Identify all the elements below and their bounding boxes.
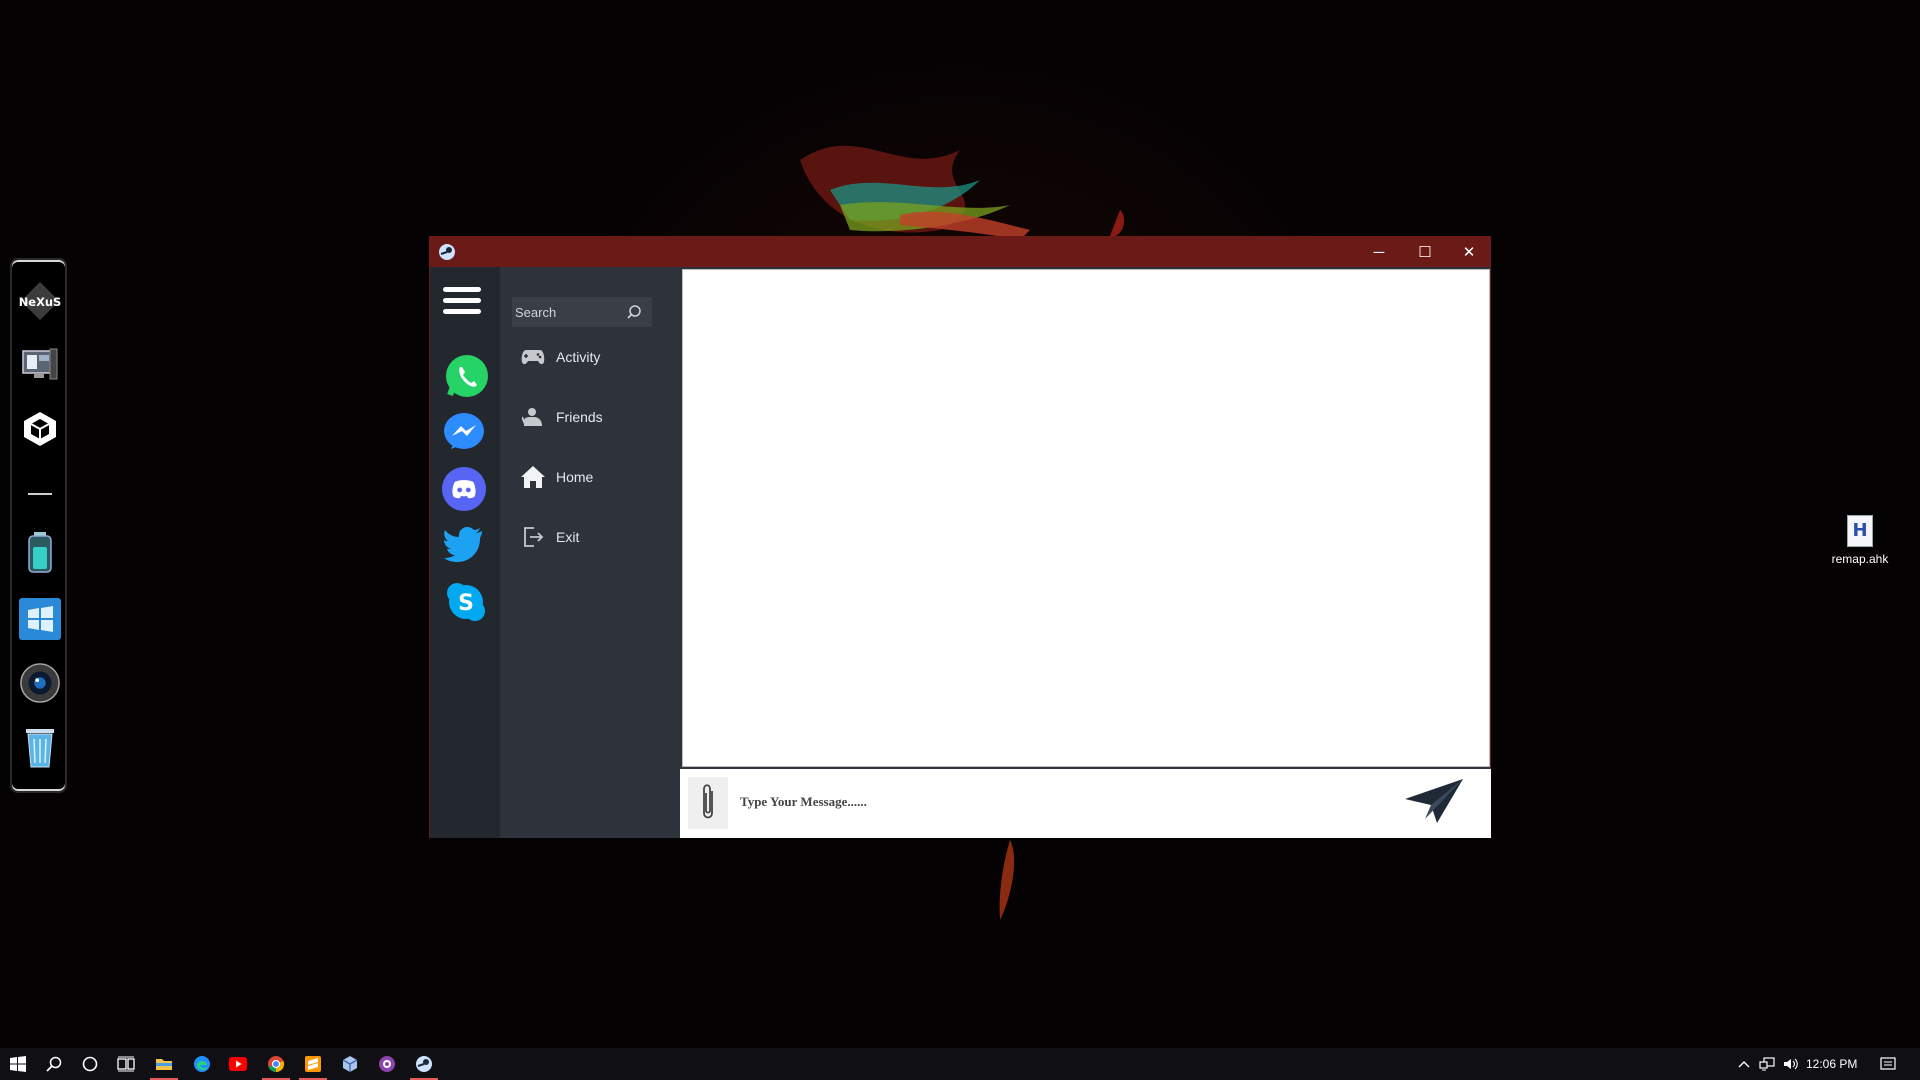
desktop-icon-label: remap.ahk <box>1831 552 1889 566</box>
github-desktop-icon[interactable] <box>369 1048 405 1080</box>
nav-item-label: Activity <box>556 349 601 365</box>
battery-icon[interactable] <box>19 532 61 574</box>
youtube-icon[interactable] <box>220 1048 256 1080</box>
exit-icon <box>520 524 546 550</box>
svg-text:S: S <box>458 591 474 616</box>
steam-icon[interactable] <box>406 1048 442 1080</box>
cortana-icon[interactable] <box>72 1048 108 1080</box>
hamburger-menu-icon[interactable] <box>443 287 481 317</box>
steam-icon <box>439 244 455 260</box>
task-view-icon[interactable] <box>108 1048 144 1080</box>
nexus-logo-icon[interactable]: NeXuS <box>19 280 61 322</box>
discord-icon[interactable] <box>441 466 487 512</box>
minimize-button[interactable]: ─ <box>1356 237 1402 267</box>
sublime-icon[interactable] <box>295 1048 331 1080</box>
message-composer <box>680 767 1491 838</box>
search-input[interactable] <box>515 302 615 322</box>
dock-separator <box>28 493 52 495</box>
messenger-icon[interactable] <box>441 409 487 455</box>
svg-text:NeXuS: NeXuS <box>19 295 61 309</box>
recycle-bin-icon[interactable] <box>19 726 61 768</box>
nav-item-label: Home <box>556 469 594 485</box>
chevron-up-icon[interactable] <box>1734 1048 1754 1080</box>
skype-icon[interactable]: S <box>443 579 489 625</box>
taskbar: 12:06 PM <box>0 1048 1920 1080</box>
ahk-file-icon: H <box>1847 515 1873 547</box>
search-box <box>512 297 652 327</box>
nav-item-home[interactable]: Home <box>520 462 670 492</box>
home-icon <box>520 464 546 490</box>
chat-app-window: ─ ☐ ✕ S Search Activity Friends Home Exi… <box>429 236 1491 838</box>
nav-item-exit[interactable]: Exit <box>520 522 670 552</box>
desktop-icon-remap-ahk[interactable]: H remap.ahk <box>1820 515 1900 566</box>
chrome-icon[interactable] <box>258 1048 294 1080</box>
whatsapp-icon[interactable] <box>444 353 490 399</box>
maximize-button[interactable]: ☐ <box>1402 237 1448 267</box>
app-rail: S <box>430 267 500 838</box>
side-dock: NeXuS <box>10 258 67 793</box>
unity-icon[interactable] <box>19 408 61 450</box>
close-button[interactable]: ✕ <box>1446 237 1492 267</box>
nav-item-label: Friends <box>556 409 603 425</box>
network-icon[interactable] <box>1756 1048 1778 1080</box>
paperclip-icon[interactable] <box>688 777 728 829</box>
gamepad-icon <box>520 344 546 370</box>
title-bar[interactable]: ─ ☐ ✕ <box>430 237 1490 267</box>
nav-item-friends[interactable]: Friends <box>520 402 670 432</box>
monitor-icon[interactable] <box>19 344 61 386</box>
system-clock[interactable]: 12:06 PM <box>1806 1048 1857 1080</box>
file-explorer-icon[interactable] <box>146 1048 182 1080</box>
webcam-icon[interactable] <box>19 662 61 704</box>
start-icon[interactable] <box>0 1048 36 1080</box>
windows-logo-icon[interactable] <box>19 598 61 640</box>
search-icon[interactable] <box>36 1048 72 1080</box>
user-icon <box>520 404 546 430</box>
virtualbox-icon[interactable] <box>332 1048 368 1080</box>
message-input[interactable] <box>740 789 1340 815</box>
edge-icon[interactable] <box>184 1048 220 1080</box>
send-icon[interactable] <box>1403 775 1467 827</box>
nav-item-label: Exit <box>556 529 580 545</box>
nav-item-activity[interactable]: Activity <box>520 342 670 372</box>
twitter-icon[interactable] <box>441 521 487 567</box>
volume-icon[interactable] <box>1780 1048 1802 1080</box>
chat-message-area[interactable] <box>682 269 1490 767</box>
navigation-panel: Activity Friends Home <box>500 267 680 838</box>
search-icon[interactable] <box>626 304 642 320</box>
notification-center-icon[interactable] <box>1874 1048 1902 1080</box>
